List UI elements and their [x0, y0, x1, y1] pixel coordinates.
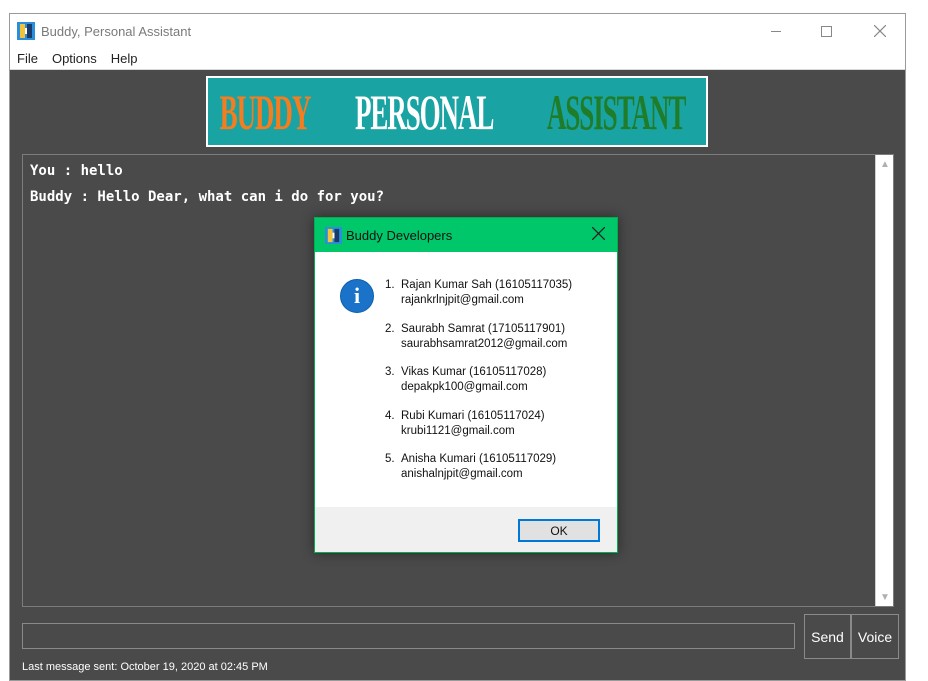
dialog-app-icon [325, 227, 342, 244]
window-title: Buddy, Personal Assistant [41, 24, 192, 39]
developer-email: rajankrlnjpit@gmail.com [401, 294, 524, 306]
banner-text-buddy: BUDDY [219, 83, 312, 140]
developer-email: anishalnjpit@gmail.com [401, 468, 523, 481]
dialog-title-bar[interactable]: Buddy Developers [315, 218, 617, 252]
developer-name: Anisha Kumari (16105117029) [401, 453, 557, 466]
list-item: 5. Anisha Kumari (16105117029) anishalnj… [385, 453, 610, 497]
list-item: 3. Vikas Kumar (16105117028) depakpk100@… [385, 366, 610, 410]
close-icon [874, 25, 886, 37]
scroll-down-arrow-icon[interactable]: ▼ [876, 588, 894, 606]
list-item-number: 1. [385, 279, 395, 291]
chat-message-user: You : hello [30, 163, 123, 179]
menu-bar: File Options Help [10, 48, 905, 70]
info-icon: i [340, 279, 374, 313]
list-item-number: 4. [385, 409, 395, 422]
minimize-button[interactable] [753, 14, 799, 48]
list-item: 4. Rubi Kumari (16105117024) krubi1121@g… [385, 410, 610, 454]
developer-name: Vikas Kumar (16105117028) [401, 366, 547, 379]
dialog-title: Buddy Developers [346, 228, 453, 243]
desktop-background [906, 47, 928, 681]
scroll-up-arrow-icon[interactable]: ▲ [876, 155, 894, 173]
banner-text-assistant: ASSISTANT [546, 83, 686, 140]
app-banner: BUDDY PERSONAL ASSISTANT [206, 76, 708, 147]
banner-text-personal: PERSONAL [354, 83, 494, 140]
developer-name: Rajan Kumar Sah (16105117035) [401, 279, 573, 291]
title-bar[interactable]: Buddy, Personal Assistant [10, 14, 905, 48]
send-button[interactable]: Send [804, 614, 851, 659]
maximize-icon [820, 25, 832, 37]
menu-file[interactable]: File [17, 51, 38, 66]
developer-name: Saurabh Samrat (17105117901) [401, 322, 566, 335]
list-item-number: 5. [385, 453, 395, 466]
close-button[interactable] [857, 14, 903, 48]
chat-scrollbar[interactable]: ▲ ▼ [875, 155, 893, 606]
message-input[interactable] [22, 623, 795, 649]
menu-help[interactable]: Help [111, 51, 138, 66]
developer-email: saurabhsamrat2012@gmail.com [401, 337, 568, 350]
list-item-number: 3. [385, 366, 395, 379]
minimize-icon [771, 30, 781, 32]
chat-message-buddy: Buddy : Hello Dear, what can i do for yo… [30, 189, 385, 205]
close-icon [591, 226, 605, 241]
developer-email: depakpk100@gmail.com [401, 381, 528, 394]
list-item: 1. Rajan Kumar Sah (16105117035) rajankr… [385, 279, 610, 323]
app-icon [17, 22, 35, 40]
developer-email: krubi1121@gmail.com [401, 424, 515, 437]
dialog-close-button[interactable] [589, 225, 607, 243]
dialog-footer: OK [315, 507, 617, 552]
developer-name: Rubi Kumari (16105117024) [401, 409, 545, 422]
menu-options[interactable]: Options [52, 51, 97, 66]
maximize-button[interactable] [803, 14, 849, 48]
list-item-number: 2. [385, 322, 395, 335]
list-item: 2. Saurabh Samrat (17105117901) saurabhs… [385, 323, 610, 367]
ok-button[interactable]: OK [518, 519, 600, 542]
developer-list: 1. Rajan Kumar Sah (16105117035) rajankr… [385, 279, 610, 497]
status-bar-text: Last message sent: October 19, 2020 at 0… [22, 661, 268, 673]
developers-dialog: Buddy Developers i 1. Rajan Kumar Sah (1… [314, 217, 618, 553]
voice-button[interactable]: Voice [851, 614, 899, 659]
